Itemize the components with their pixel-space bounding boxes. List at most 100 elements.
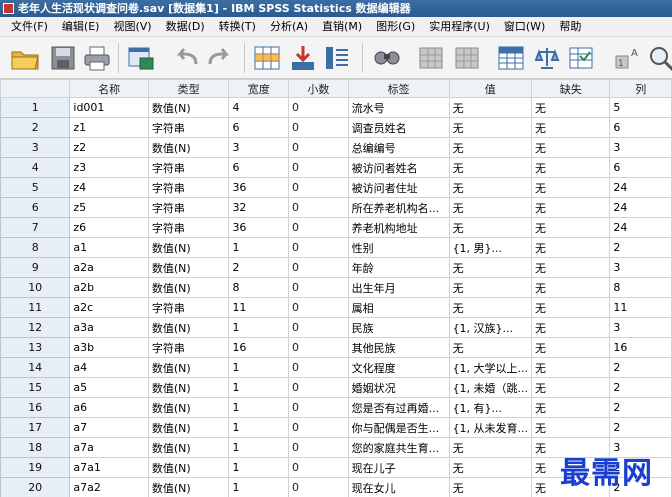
cell-decimals[interactable]: 0 (288, 397, 349, 418)
cell-decimals[interactable]: 0 (288, 237, 349, 258)
cell-width[interactable]: 1 (228, 457, 290, 478)
cell-missing[interactable]: 无 (531, 197, 611, 218)
magnifier-icon[interactable] (646, 44, 672, 72)
cell-name[interactable]: a2b (69, 277, 149, 298)
cell-width[interactable]: 1 (228, 417, 290, 438)
cell-name[interactable]: z1 (69, 117, 149, 138)
row-number[interactable]: 7 (0, 217, 71, 238)
cell-width[interactable]: 1 (228, 317, 290, 338)
cell-type[interactable]: 字符串 (147, 117, 230, 138)
cell-type[interactable]: 字符串 (147, 177, 230, 198)
find-icon[interactable] (372, 44, 402, 72)
undo-icon[interactable] (172, 44, 202, 72)
cell-label[interactable]: 总编编号 (347, 137, 450, 158)
cell-decimals[interactable]: 0 (288, 177, 349, 198)
cell-values[interactable]: {1, 有}... (448, 397, 533, 418)
open-folder-icon[interactable] (10, 44, 40, 72)
cell-missing[interactable]: 无 (531, 297, 611, 318)
cell-missing[interactable]: 无 (531, 417, 611, 438)
cell-width[interactable]: 11 (228, 297, 290, 318)
row-number[interactable]: 9 (0, 257, 71, 278)
cell-type[interactable]: 字符串 (147, 157, 230, 178)
menu-file[interactable]: 文件(F) (4, 17, 55, 37)
cell-columns[interactable]: 2 (609, 237, 672, 258)
menu-help[interactable]: 帮助 (552, 17, 588, 37)
cell-values[interactable]: 无 (448, 157, 533, 178)
cell-type[interactable]: 数值(N) (147, 277, 230, 298)
cell-missing[interactable]: 无 (531, 137, 611, 158)
cell-width[interactable]: 6 (228, 117, 290, 138)
corner-cell[interactable] (0, 79, 71, 98)
cell-width[interactable]: 8 (228, 277, 290, 298)
cell-decimals[interactable]: 0 (288, 317, 349, 338)
cell-decimals[interactable]: 0 (288, 257, 349, 278)
cell-columns[interactable]: 11 (609, 297, 672, 318)
row-number[interactable]: 20 (0, 477, 71, 497)
row-number[interactable]: 13 (0, 337, 71, 358)
cell-width[interactable]: 36 (228, 177, 290, 198)
goto-variable-icon[interactable] (288, 44, 318, 72)
cell-columns[interactable]: 6 (609, 157, 672, 178)
cell-columns[interactable]: 2 (609, 417, 672, 438)
cell-decimals[interactable]: 0 (288, 417, 349, 438)
cell-type[interactable]: 字符串 (147, 217, 230, 238)
cell-missing[interactable]: 无 (531, 377, 611, 398)
cell-label[interactable]: 性别 (347, 237, 450, 258)
recall-dialog-icon[interactable] (126, 44, 156, 72)
cell-width[interactable]: 2 (228, 257, 290, 278)
cell-name[interactable]: a7 (69, 417, 149, 438)
cell-decimals[interactable]: 0 (288, 437, 349, 458)
menu-direct-marketing[interactable]: 直销(M) (315, 17, 369, 37)
row-number[interactable]: 6 (0, 197, 71, 218)
cell-name[interactable]: a4 (69, 357, 149, 378)
cell-missing[interactable]: 无 (531, 317, 611, 338)
cell-label[interactable]: 现在儿子 (347, 457, 450, 478)
cell-decimals[interactable]: 0 (288, 477, 349, 497)
cell-missing[interactable]: 无 (531, 97, 611, 118)
cell-name[interactable]: id001 (69, 97, 149, 118)
cell-width[interactable]: 1 (228, 397, 290, 418)
menu-edit[interactable]: 编辑(E) (55, 17, 107, 37)
cell-label[interactable]: 属相 (347, 297, 450, 318)
cell-values[interactable]: {1, 从未发育... (448, 417, 533, 438)
row-number[interactable]: 5 (0, 177, 71, 198)
cell-name[interactable]: z3 (69, 157, 149, 178)
cell-decimals[interactable]: 0 (288, 357, 349, 378)
cell-type[interactable]: 数值(N) (147, 397, 230, 418)
cell-decimals[interactable]: 0 (288, 137, 349, 158)
cell-width[interactable]: 36 (228, 217, 290, 238)
cell-label[interactable]: 被访问者姓名 (347, 157, 450, 178)
cell-values[interactable]: {1, 大学以上... (448, 357, 533, 378)
cell-columns[interactable]: 24 (609, 197, 672, 218)
cell-label[interactable]: 所在养老机构名... (347, 197, 450, 218)
cell-type[interactable]: 字符串 (147, 337, 230, 358)
cell-label[interactable]: 养老机构地址 (347, 217, 450, 238)
cell-type[interactable]: 字符串 (147, 297, 230, 318)
cell-values[interactable]: 无 (448, 437, 533, 458)
cell-name[interactable]: z4 (69, 177, 149, 198)
menu-utilities[interactable]: 实用程序(U) (422, 17, 497, 37)
cell-values[interactable]: 无 (448, 477, 533, 497)
cell-values[interactable]: 无 (448, 117, 533, 138)
cell-type[interactable]: 数值(N) (147, 457, 230, 478)
cell-width[interactable]: 1 (228, 237, 290, 258)
cell-width[interactable]: 4 (228, 97, 290, 118)
cell-name[interactable]: a1 (69, 237, 149, 258)
cell-values[interactable]: 无 (448, 277, 533, 298)
cell-values[interactable]: 无 (448, 257, 533, 278)
cell-columns[interactable]: 3 (609, 317, 672, 338)
cell-label[interactable]: 您是否有过再婚... (347, 397, 450, 418)
cell-width[interactable]: 16 (228, 337, 290, 358)
cell-values[interactable]: {1, 男}... (448, 237, 533, 258)
cell-type[interactable]: 数值(N) (147, 357, 230, 378)
menu-view[interactable]: 视图(V) (106, 17, 158, 37)
row-number[interactable]: 10 (0, 277, 71, 298)
cell-missing[interactable]: 无 (531, 337, 611, 358)
row-number[interactable]: 19 (0, 457, 71, 478)
cell-label[interactable]: 你与配偶是否生... (347, 417, 450, 438)
split-file-icon[interactable] (496, 44, 526, 72)
menu-data[interactable]: 数据(D) (159, 17, 212, 37)
cell-columns[interactable]: 2 (609, 357, 672, 378)
row-number[interactable]: 4 (0, 157, 71, 178)
cell-missing[interactable]: 无 (531, 177, 611, 198)
